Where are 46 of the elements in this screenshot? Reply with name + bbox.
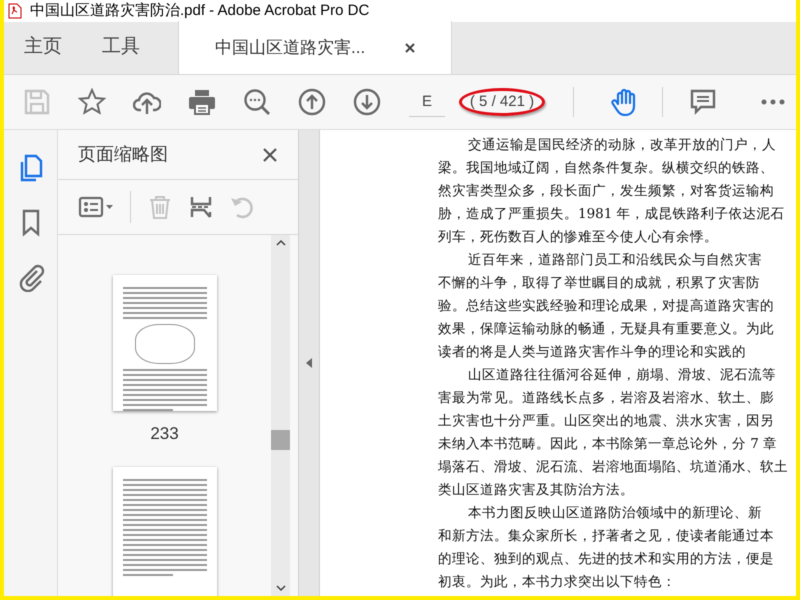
text-line: 本书力图反映山区道路防治领域中的新理论、新 <box>468 504 762 523</box>
page-number-field[interactable]: E <box>409 87 445 117</box>
text-line: 列车，死伤数百人的惨难至今使人心有余悸。 <box>438 228 718 247</box>
text-line: 的理论、独到的观点、先进的技术和实用的方法，便是 <box>438 550 774 569</box>
text-line: 未纳入本书范畴。因此，本书除第一章总论外，分 7 章 <box>438 435 778 454</box>
scroll-up-icon[interactable] <box>276 239 286 247</box>
extract-pages-icon[interactable] <box>189 194 213 220</box>
text-line: 效果，保障运输动脉的畅通，无疑具有重要意义。为此 <box>438 320 774 339</box>
page-label: 233 <box>150 423 179 445</box>
star-icon[interactable] <box>78 88 106 116</box>
text-line: 和新方法。集众家所长，抒著者之见，使读者能通过本 <box>438 527 774 546</box>
page-thumbnail[interactable] <box>112 275 216 411</box>
list-options-icon[interactable] <box>78 194 114 220</box>
pdf-file-icon <box>8 3 22 19</box>
scrollbar[interactable] <box>271 235 290 596</box>
text-line: 验。总结这些实践经验和理论成果，对提高道路灾害的 <box>438 297 774 316</box>
collapse-arrow-icon[interactable] <box>306 358 312 368</box>
page-count: ( 5 / 421 ) <box>470 92 534 112</box>
text-line: 土灾害也十分严重。山区突出的地震、洪水灾害，因另 <box>438 412 774 431</box>
printer-icon[interactable] <box>188 88 216 116</box>
comment-icon[interactable] <box>689 88 717 116</box>
text-line: 初衷。为此，本书力求突出以下特色： <box>438 573 676 592</box>
text-line: 山区道路往往循河谷延伸，崩塌、滑坡、泥石流等 <box>468 366 776 385</box>
close-icon[interactable] <box>262 146 278 162</box>
text-line: 读者的将是人类与道路灾害作斗争的理论和实践的 <box>438 343 746 362</box>
zoom-icon[interactable] <box>243 88 271 116</box>
page-thumbnail[interactable] <box>112 466 216 596</box>
text-line: 交通运输是国民经济的动脉，改革开放的门户，人 <box>468 136 776 155</box>
text-line: 然灾害类型众多，段长面广，发生频繁，对客货运输构 <box>438 182 774 201</box>
text-line: 不懈的斗争，取得了举世瞩目的成就，积累了灾害防 <box>438 274 760 293</box>
text-line: 近百年来，道路部门员工和沿线民众与自然灾害 <box>468 251 762 270</box>
scroll-down-icon[interactable] <box>276 584 286 592</box>
paperclip-icon[interactable] <box>16 262 44 292</box>
tab[interactable]: 中国山区道路灾害... <box>178 21 452 74</box>
window-title: 中国山区道路灾害防治.pdf - Adobe Acrobat Pro DC <box>30 0 370 21</box>
text-line: 类山区道路灾害及其防治方法。 <box>438 481 634 500</box>
text-line: 害最为常见。道路线长点多，岩溶及岩溶水、软土、膨 <box>438 389 774 408</box>
scroll-thumb[interactable] <box>271 430 290 450</box>
close-icon[interactable] <box>405 42 416 52</box>
panel-title: 页面缩略图 <box>78 143 168 166</box>
tab[interactable]: 主页 <box>4 21 82 74</box>
text-line: 塌落石、滑坡、泥石流、岩溶地面塌陷、坑道涌水、软土 <box>438 458 788 477</box>
text-line: 胁，造成了严重损失。1981 年，成昆铁路利子依达泥石 <box>438 205 785 224</box>
hand-icon[interactable] <box>610 88 638 116</box>
tab[interactable]: 工具 <box>82 21 160 74</box>
text-line: 梁。我国地域辽阔，自然条件复杂。纵横交织的铁路、 <box>438 159 774 178</box>
